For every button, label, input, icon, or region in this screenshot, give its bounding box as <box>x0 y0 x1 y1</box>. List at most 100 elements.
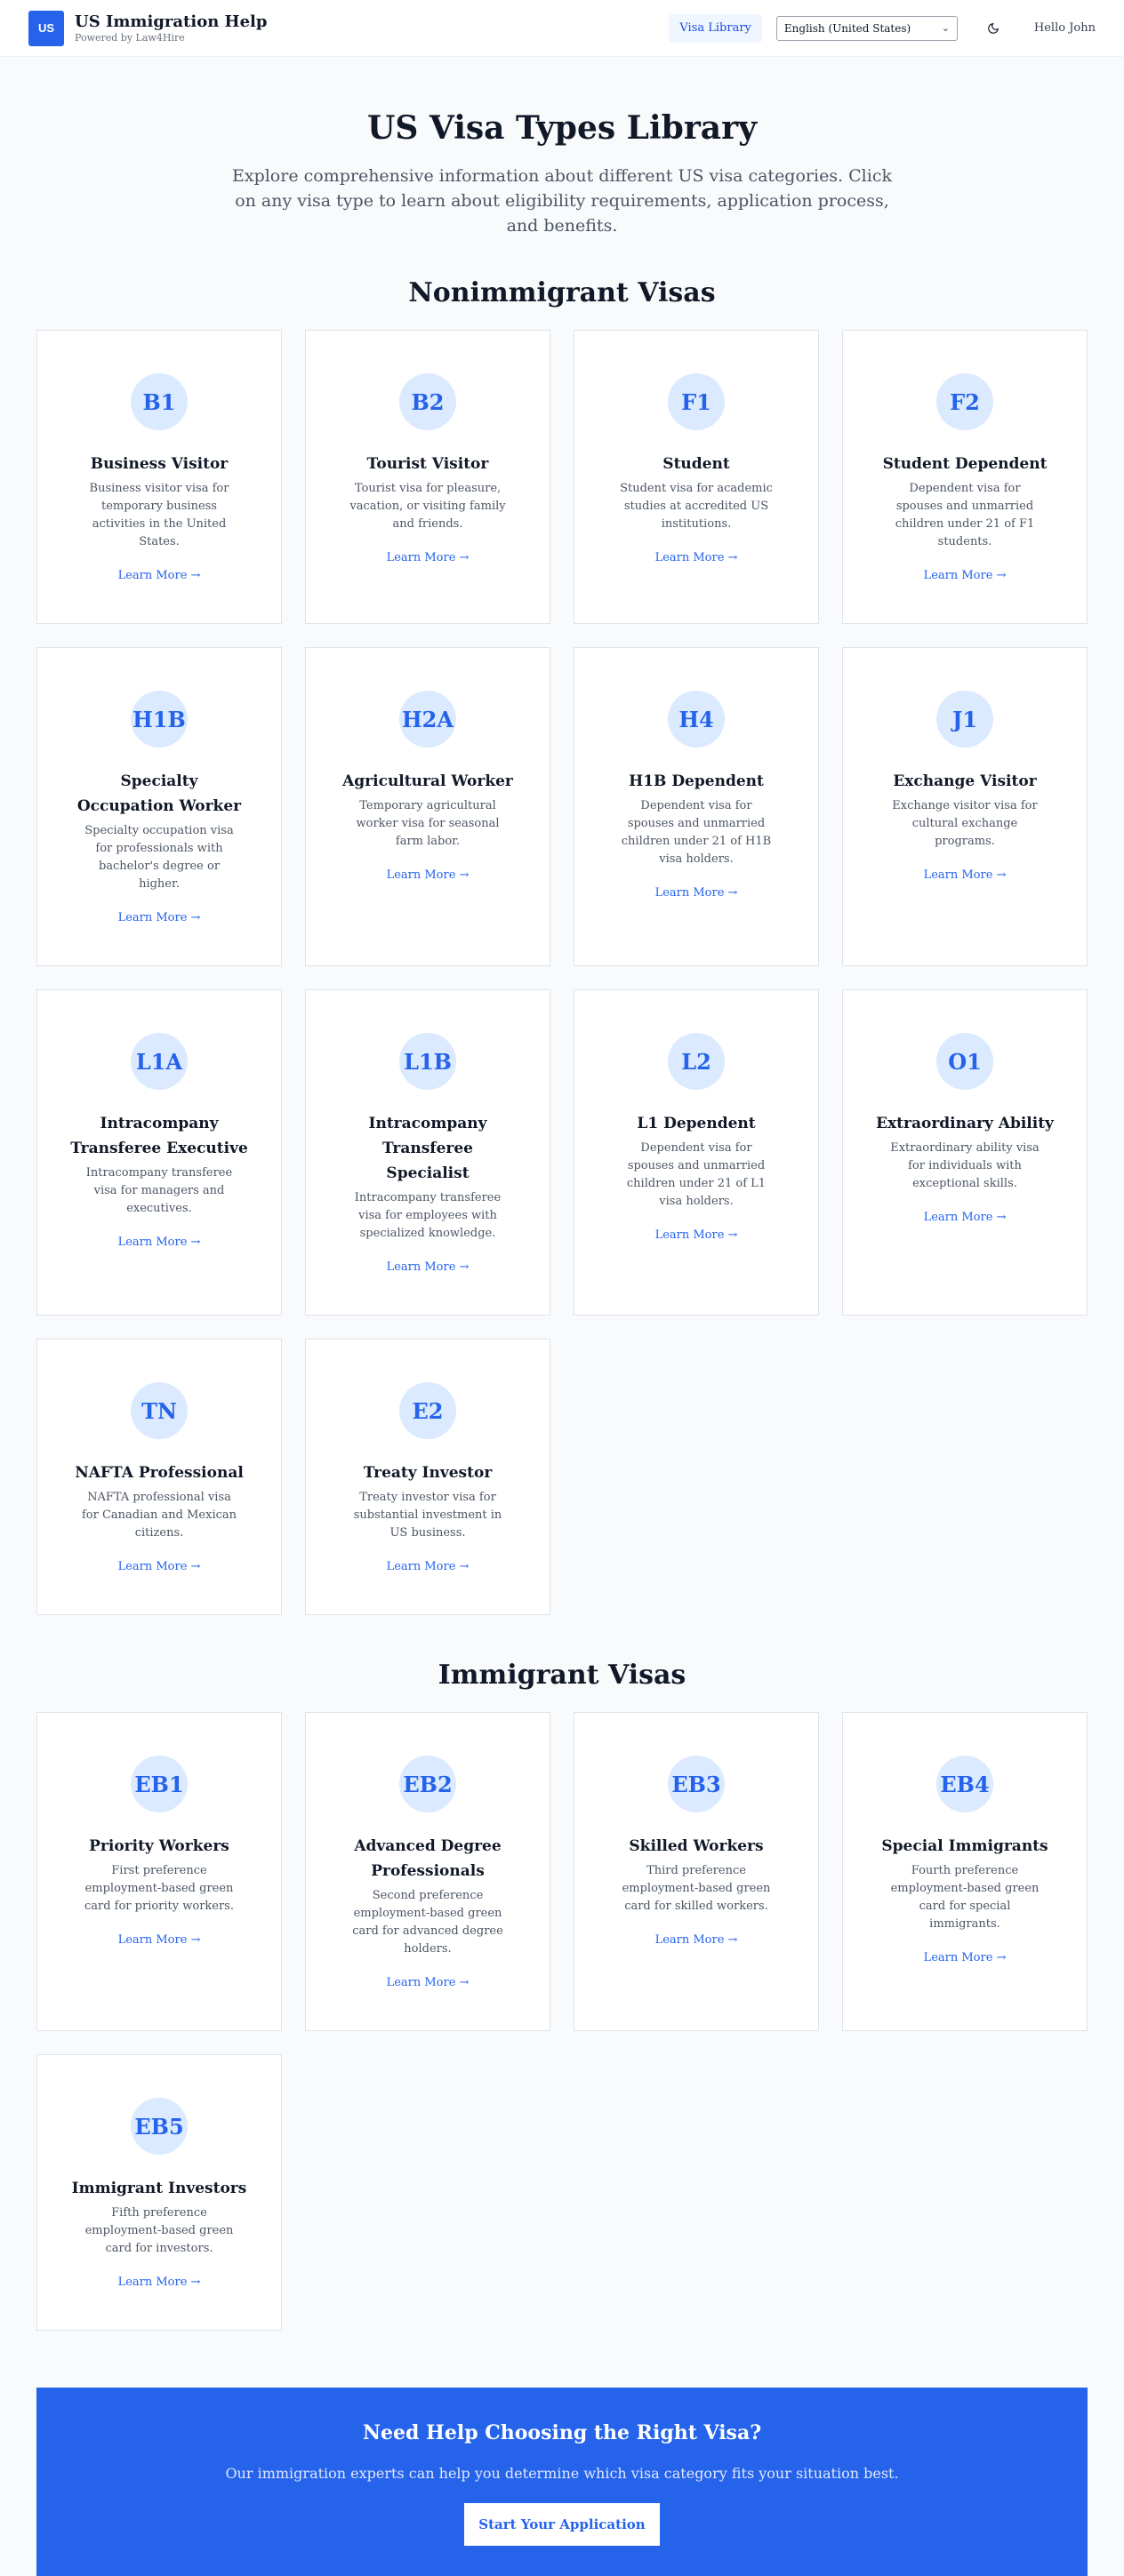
learn-more-link[interactable]: Learn More → <box>387 1560 470 1573</box>
visa-name: Skilled Workers <box>629 1837 764 1855</box>
visa-description: Fourth preference employment-based green… <box>890 1864 1040 1931</box>
visa-description: Student visa for academic studies at acc… <box>620 482 773 531</box>
nonimmigrant-grid: B1 Business Visitor Business visitor visa … <box>36 330 1088 1615</box>
visa-card[interactable]: E2 Treaty Investor Treaty investor visa fo… <box>305 1339 550 1615</box>
visa-card[interactable]: H2A Agricultural Worker Temporary agricult… <box>305 647 550 966</box>
visa-card[interactable]: EB5 Immigrant Investors Fifth preference e… <box>36 2054 282 2331</box>
visa-card[interactable]: O1 Extraordinary Ability Extraordinary abi… <box>842 989 1088 1316</box>
visa-name: Immigrant Investors <box>71 2180 247 2197</box>
learn-more-link[interactable]: Learn More → <box>655 886 738 900</box>
visa-description: Temporary agricultural worker visa for s… <box>356 799 500 848</box>
visa-card[interactable]: H4 H1B Dependent Dependent visa for spouse… <box>574 647 819 966</box>
visa-card[interactable]: F2 Student Dependent Dependent visa for sp… <box>842 330 1088 624</box>
visa-name: Special Immigrants <box>881 1837 1048 1855</box>
visa-card[interactable]: J1 Exchange Visitor Exchange visitor visa … <box>842 647 1088 966</box>
app-subtitle: Powered by Law4Hire <box>75 31 185 44</box>
visa-description: Dependent visa for spouses and unmarried… <box>626 1141 767 1208</box>
visa-code-badge: F1 <box>668 373 725 430</box>
visa-description: Exchange visitor visa for cultural excha… <box>892 799 1038 848</box>
visa-name: H1B Dependent <box>629 772 764 790</box>
visa-name: L1 Dependent <box>637 1115 756 1132</box>
visa-description: Tourist visa for pleasure, vacation, or … <box>349 482 506 531</box>
visa-description: Fifth preference employment-based green … <box>84 2206 234 2255</box>
start-application-button[interactable]: Start Your Application <box>464 2503 660 2546</box>
cta-title: Need Help Choosing the Right Visa? <box>362 2421 762 2444</box>
visa-name: Specialty Occupation Worker <box>76 772 242 815</box>
page-title: US Visa Types Library <box>367 109 757 147</box>
learn-more-link[interactable]: Learn More → <box>655 1228 738 1242</box>
visa-description: NAFTA professional visa for Canadian and… <box>81 1491 237 1540</box>
chevron-down-icon: ⌄ <box>941 22 950 34</box>
visa-card[interactable]: EB3 Skilled Workers Third preference emplo… <box>574 1712 819 2031</box>
visa-card[interactable]: B1 Business Visitor Business visitor visa … <box>36 330 282 624</box>
visa-description: Business visitor visa for temporary busi… <box>89 482 229 548</box>
learn-more-link[interactable]: Learn More → <box>924 569 1007 582</box>
moon-icon[interactable] <box>983 18 1004 39</box>
visa-code-badge: B2 <box>399 373 456 430</box>
visa-description: Dependent visa for spouses and unmarried… <box>621 799 772 866</box>
nonimmigrant-section-title: Nonimmigrant Visas <box>408 277 716 308</box>
learn-more-link[interactable]: Learn More → <box>387 868 470 882</box>
language-select-value: English (United States) <box>783 21 911 35</box>
cta-text: Our immigration experts can help you det… <box>225 2465 899 2482</box>
visa-card[interactable]: EB1 Priority Workers First preference empl… <box>36 1712 282 2031</box>
learn-more-link[interactable]: Learn More → <box>387 551 470 564</box>
visa-code-badge: EB2 <box>399 1756 456 1812</box>
visa-description: Intracompany transferee visa for employe… <box>354 1191 502 1240</box>
visa-name: Extraordinary Ability <box>876 1115 1054 1132</box>
logo[interactable]: US <box>28 10 64 46</box>
visa-name: NAFTA Professional <box>75 1464 244 1482</box>
visa-card[interactable]: L1B Intracompany Transferee Specialist Int… <box>305 989 550 1316</box>
visa-card[interactable]: L1A Intracompany Transferee Executive Intr… <box>36 989 282 1316</box>
visa-card[interactable]: L2 L1 Dependent Dependent visa for spouses… <box>574 989 819 1316</box>
visa-name: Priority Workers <box>89 1837 229 1855</box>
page-description: Explore comprehensive information about … <box>231 166 892 236</box>
learn-more-link[interactable]: Learn More → <box>118 569 201 582</box>
visa-code-badge: EB4 <box>936 1756 993 1812</box>
visa-code-badge: EB1 <box>131 1756 188 1812</box>
learn-more-link[interactable]: Learn More → <box>924 1951 1007 1964</box>
visa-code-badge: B1 <box>131 373 188 430</box>
cta-banner: Need Help Choosing the Right Visa? Our i… <box>36 2388 1088 2576</box>
visa-name: Intracompany Transferee Executive <box>70 1115 248 1157</box>
visa-card[interactable]: B2 Tourist Visitor Tourist visa for pleasu… <box>305 330 550 624</box>
learn-more-link[interactable]: Learn More → <box>655 551 738 564</box>
visa-code-badge: E2 <box>399 1382 456 1439</box>
visa-code-badge: J1 <box>936 691 993 748</box>
visa-name: Treaty Investor <box>363 1464 493 1482</box>
visa-card[interactable]: EB4 Special Immigrants Fourth preference e… <box>842 1712 1088 2031</box>
app-title[interactable]: US Immigration Help <box>75 12 267 32</box>
language-select[interactable]: English (United States) ⌄ <box>775 15 958 41</box>
visa-description: Treaty investor visa for substantial inv… <box>353 1491 502 1540</box>
visa-name: Agricultural Worker <box>342 772 513 790</box>
learn-more-link[interactable]: Learn More → <box>118 2276 201 2289</box>
visa-card[interactable]: EB2 Advanced Degree Professionals Second p… <box>305 1712 550 2031</box>
visa-name: Business Visitor <box>90 455 229 473</box>
visa-library-button[interactable]: Visa Library <box>669 13 762 43</box>
visa-description: Third preference employment-based green … <box>622 1864 771 1913</box>
immigrant-grid: EB1 Priority Workers First preference empl… <box>36 1712 1088 2331</box>
visa-card[interactable]: F1 Student Student visa for academic studi… <box>574 330 819 624</box>
visa-name: Student <box>662 455 730 473</box>
user-greeting[interactable]: Hello John <box>1034 21 1096 35</box>
learn-more-link[interactable]: Learn More → <box>387 1976 470 1989</box>
learn-more-link[interactable]: Learn More → <box>118 911 201 924</box>
learn-more-link[interactable]: Learn More → <box>118 1236 201 1249</box>
visa-description: Intracompany transferee visa for manager… <box>85 1166 233 1215</box>
learn-more-link[interactable]: Learn More → <box>387 1260 470 1274</box>
learn-more-link[interactable]: Learn More → <box>118 1933 201 1947</box>
visa-code-badge: H2A <box>399 691 456 748</box>
top-header: US US Immigration Help Powered by Law4Hi… <box>0 0 1124 57</box>
learn-more-link[interactable]: Learn More → <box>924 868 1007 882</box>
learn-more-link[interactable]: Learn More → <box>655 1933 738 1947</box>
learn-more-link[interactable]: Learn More → <box>118 1560 201 1573</box>
visa-code-badge: H4 <box>668 691 725 748</box>
visa-name: Advanced Degree Professionals <box>354 1837 502 1880</box>
visa-code-badge: TN <box>131 1382 188 1439</box>
visa-code-badge: EB3 <box>668 1756 725 1812</box>
visa-description: Specialty occupation visa for profession… <box>84 824 234 891</box>
visa-code-badge: L1A <box>131 1033 188 1090</box>
visa-card[interactable]: TN NAFTA Professional NAFTA professional v… <box>36 1339 282 1615</box>
visa-card[interactable]: H1B Specialty Occupation Worker Specialty … <box>36 647 282 966</box>
learn-more-link[interactable]: Learn More → <box>924 1211 1007 1224</box>
